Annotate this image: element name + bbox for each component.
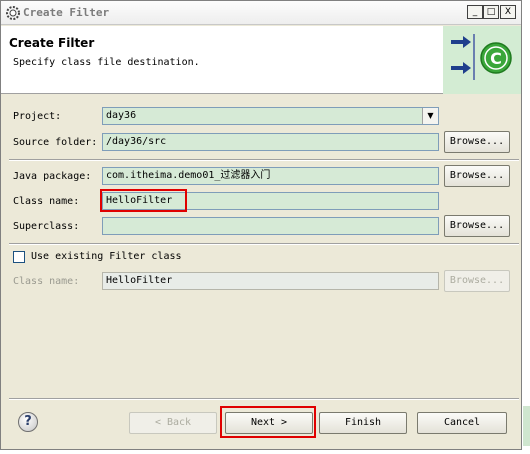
page-title: Create Filter — [9, 36, 95, 50]
maximize-button[interactable]: □ — [483, 5, 499, 19]
separator — [9, 243, 519, 245]
project-label: Project: — [13, 111, 62, 122]
java-package-field[interactable]: com.itheima.demo01_过滤器入门 — [102, 167, 439, 185]
footer-separator — [9, 398, 519, 400]
existing-class-name-label: Class name: — [13, 276, 80, 287]
outer-margin — [523, 0, 530, 454]
window-title: Create Filter — [23, 6, 110, 19]
eclipse-gear-icon — [6, 6, 20, 20]
source-folder-label: Source folder: — [13, 137, 98, 148]
filter-wizard-icon: C — [451, 34, 512, 80]
minimize-button[interactable]: _ — [467, 5, 483, 19]
wizard-header: Create Filter Specify class file destina… — [1, 26, 521, 94]
existing-class-name-value: HelloFilter — [106, 275, 173, 286]
superclass-browse-button[interactable]: Browse... — [444, 215, 510, 237]
title-bar[interactable]: Create Filter _ □ X — [1, 1, 521, 25]
svg-text:C: C — [490, 49, 502, 68]
finish-button[interactable]: Finish — [319, 412, 407, 434]
page-description: Specify class file destination. — [13, 57, 200, 68]
superclass-field[interactable] — [102, 217, 439, 235]
create-filter-dialog: Create Filter _ □ X Create Filter Specif… — [0, 0, 522, 450]
close-button[interactable]: X — [500, 5, 516, 19]
class-name-highlight — [100, 189, 187, 212]
cancel-button[interactable]: Cancel — [417, 412, 507, 434]
project-value: day36 — [106, 110, 137, 121]
background-strip — [523, 406, 530, 446]
help-icon[interactable]: ? — [18, 412, 38, 432]
use-existing-checkbox[interactable] — [13, 251, 25, 263]
class-name-label: Class name: — [13, 196, 80, 207]
existing-class-browse-button: Browse... — [444, 270, 510, 292]
back-button: < Back — [129, 412, 217, 434]
separator — [9, 159, 519, 161]
project-combo[interactable]: day36 ▼ — [102, 107, 439, 125]
java-package-browse-button[interactable]: Browse... — [444, 165, 510, 187]
superclass-label: Superclass: — [13, 221, 80, 232]
source-folder-field[interactable]: /day36/src — [102, 133, 439, 151]
wizard-banner-graphic: C — [443, 26, 521, 94]
next-button-highlight — [220, 406, 316, 438]
existing-class-name-field: HelloFilter — [102, 272, 439, 290]
source-folder-browse-button[interactable]: Browse... — [444, 131, 510, 153]
java-package-value: com.itheima.demo01_过滤器入门 — [106, 170, 271, 181]
chevron-down-icon[interactable]: ▼ — [422, 108, 438, 124]
source-folder-value: /day36/src — [106, 136, 167, 147]
use-existing-label[interactable]: Use existing Filter class — [31, 251, 182, 262]
java-package-label: Java package: — [13, 171, 92, 182]
